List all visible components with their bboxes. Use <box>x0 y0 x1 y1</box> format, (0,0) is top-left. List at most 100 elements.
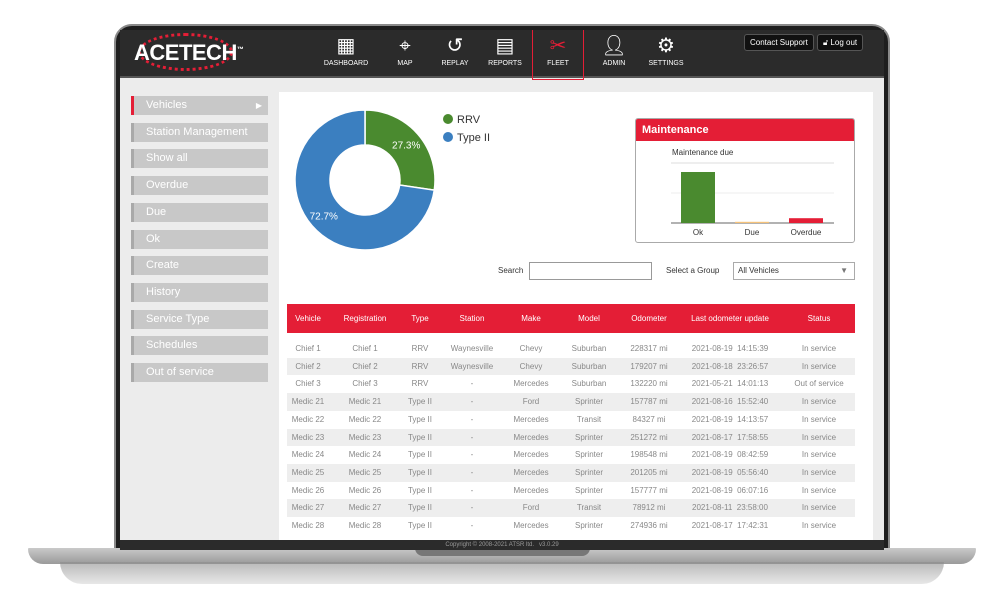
table-cell: Type II <box>407 485 432 495</box>
nav-label: DASHBOARD <box>323 60 369 67</box>
table-cell: In service <box>801 450 837 460</box>
table-cell: - <box>470 397 474 407</box>
table-cell: RRV <box>411 361 429 371</box>
table-cell: In service <box>801 344 837 353</box>
sidebar-item-label: Out of service <box>146 366 214 378</box>
table-cell: Chevy <box>519 361 543 371</box>
table-cell: Medic 21 <box>348 397 382 407</box>
table-row[interactable]: Medic 26 Medic 26 Type II - Mercedes Sprinter… <box>287 482 855 500</box>
bar-category-label: Due <box>745 228 760 237</box>
column-header[interactable]: Make <box>505 304 557 333</box>
nav-dashboard[interactable]: ▦ DASHBOARD <box>320 30 372 78</box>
table-cell: 132220 mi <box>630 379 668 389</box>
table-row[interactable]: Medic 22 Medic 22 Type II - Mercedes Transit 8… <box>287 411 855 429</box>
table-cell: Chief 2 <box>352 361 378 371</box>
logo-tm: ™ <box>236 46 244 54</box>
table-cell: Type II <box>407 450 432 460</box>
column-header[interactable]: Station <box>439 304 505 333</box>
table-cell: Mercedes <box>513 467 549 477</box>
table-cell: - <box>470 503 474 513</box>
bar-due[interactable] <box>735 221 769 223</box>
content-panel: 27.3% 72.7% RRV Type II Maintenance Maint… <box>279 92 873 540</box>
bar-overdue[interactable] <box>789 218 823 223</box>
footer-copyright: Copyright © 2008-2021 ATSR ltd. v3.0.29 <box>120 540 884 550</box>
sidebar-item-history[interactable]: History <box>131 282 268 302</box>
logo-text: ACETECH <box>134 40 237 65</box>
logo[interactable]: ACETECH™ <box>134 40 244 66</box>
sidebar-item-ok[interactable]: Ok <box>131 229 268 249</box>
column-header[interactable]: Odometer <box>621 304 677 333</box>
table-row[interactable]: Chief 1 Chief 1 RRV Waynesville Chevy Suburba… <box>287 340 855 358</box>
group-label: Select a Group <box>666 266 720 275</box>
contact-support-button[interactable]: Contact Support <box>744 34 814 51</box>
column-header[interactable]: Last odometer update <box>677 304 783 333</box>
table-cell: Type II <box>407 503 432 513</box>
sidebar-item-out-of-service[interactable]: Out of service <box>131 363 268 382</box>
legend-rrv: RRV <box>443 114 480 126</box>
table-cell: Type II <box>407 467 432 477</box>
table-cell: Out of service <box>794 379 844 389</box>
bar-ok[interactable] <box>681 172 715 223</box>
table-cell: 2021-08-19 08:42:59 <box>691 450 769 460</box>
laptop-base-shadow <box>60 562 944 584</box>
table-cell: Medic 23 <box>348 432 382 442</box>
group-select-value: All Vehicles <box>738 266 779 275</box>
table-row[interactable]: Medic 25 Medic 25 Type II - Mercedes Sprinter… <box>287 463 855 482</box>
table-cell: 228317 mi <box>630 344 668 353</box>
column-header[interactable]: Model <box>557 304 621 333</box>
table-cell: In service <box>801 361 837 371</box>
table-cell: Sprinter <box>574 432 603 442</box>
sidebar-item-create[interactable]: Create <box>131 256 268 276</box>
table-cell: Sprinter <box>574 467 603 477</box>
table-row[interactable]: Medic 24 Medic 24 Type II - Mercedes Sprinter… <box>287 446 855 464</box>
replay-icon: ↺ <box>446 35 464 57</box>
table-cell: - <box>470 521 474 530</box>
table-cell: Transit <box>576 503 602 513</box>
table-cell: 201205 mi <box>630 467 668 477</box>
table-cell: - <box>470 450 474 460</box>
table-cell: Type II <box>407 521 432 530</box>
sidebar-item-service-type[interactable]: Service Type <box>131 309 268 329</box>
nav-replay[interactable]: ↺ REPLAY <box>429 30 481 78</box>
search-input[interactable] <box>529 262 652 280</box>
nav-admin[interactable]: 👤︎ ADMIN <box>588 30 640 78</box>
column-header[interactable]: Status <box>783 304 855 333</box>
nav-reports[interactable]: ▤ REPORTS <box>479 30 531 78</box>
table-row[interactable]: Chief 2 Chief 2 RRV Waynesville Chevy Suburba… <box>287 357 855 376</box>
search-label: Search <box>498 266 524 275</box>
legend-label: Type II <box>457 132 491 144</box>
nav-settings[interactable]: ⚙ SETTINGS <box>640 30 692 78</box>
group-select[interactable]: All Vehicles ▼ <box>733 262 855 280</box>
nav-fleet[interactable]: ✂ FLEET <box>532 30 584 80</box>
sidebar-item-overdue[interactable]: Overdue <box>131 176 268 196</box>
table-row[interactable]: Chief 3 Chief 3 RRV - Mercedes Suburban 132220… <box>287 375 855 393</box>
table-cell: In service <box>801 432 837 442</box>
bar-chart-title: Maintenance due <box>672 148 734 157</box>
table-cell: Medic 26 <box>291 485 325 495</box>
nav-map[interactable]: ⌖ MAP <box>379 30 431 78</box>
table-cell: Type II <box>407 414 432 424</box>
column-header[interactable]: Registration <box>329 304 401 333</box>
table-row[interactable]: Medic 23 Medic 23 Type II - Mercedes Sprinter… <box>287 428 855 447</box>
table-row[interactable]: Medic 28 Medic 28 Type II - Mercedes Sprinter… <box>287 517 855 535</box>
top-nav: ACETECH™ ▦ DASHBOARD ⌖ MAP ↺ REPLAY ▤ REPORTS ✂ F… <box>120 30 884 80</box>
sidebar-item-due[interactable]: Due <box>131 202 268 222</box>
logout-button[interactable]: 🔓︎ Log out <box>817 34 864 51</box>
column-header[interactable]: Type <box>401 304 439 333</box>
table-cell: RRV <box>411 344 429 353</box>
table-cell: Sprinter <box>574 397 603 407</box>
table-row[interactable]: Medic 27 Medic 27 Type II - Ford Transit 78912… <box>287 499 855 517</box>
table-cell: Sprinter <box>574 485 603 495</box>
sidebar-item-show-all[interactable]: Show all <box>131 149 268 169</box>
sidebar-item-schedules[interactable]: Schedules <box>131 336 268 356</box>
column-header[interactable]: Vehicle <box>287 304 329 333</box>
table-cell: Mercedes <box>513 450 549 460</box>
donut-data-label: 72.7% <box>310 212 338 223</box>
logout-label: Log out <box>830 38 858 47</box>
sidebar-item-label: Schedules <box>146 339 198 352</box>
chevron-right-icon: ▶ <box>255 101 262 110</box>
sidebar-item-vehicles[interactable]: Vehicles ▶ <box>131 96 268 115</box>
sidebar-item-station-management[interactable]: Station Management <box>131 122 268 142</box>
table-cell: In service <box>801 503 837 513</box>
table-row[interactable]: Medic 21 Medic 21 Type II - Ford Sprinter 1577… <box>287 393 855 411</box>
